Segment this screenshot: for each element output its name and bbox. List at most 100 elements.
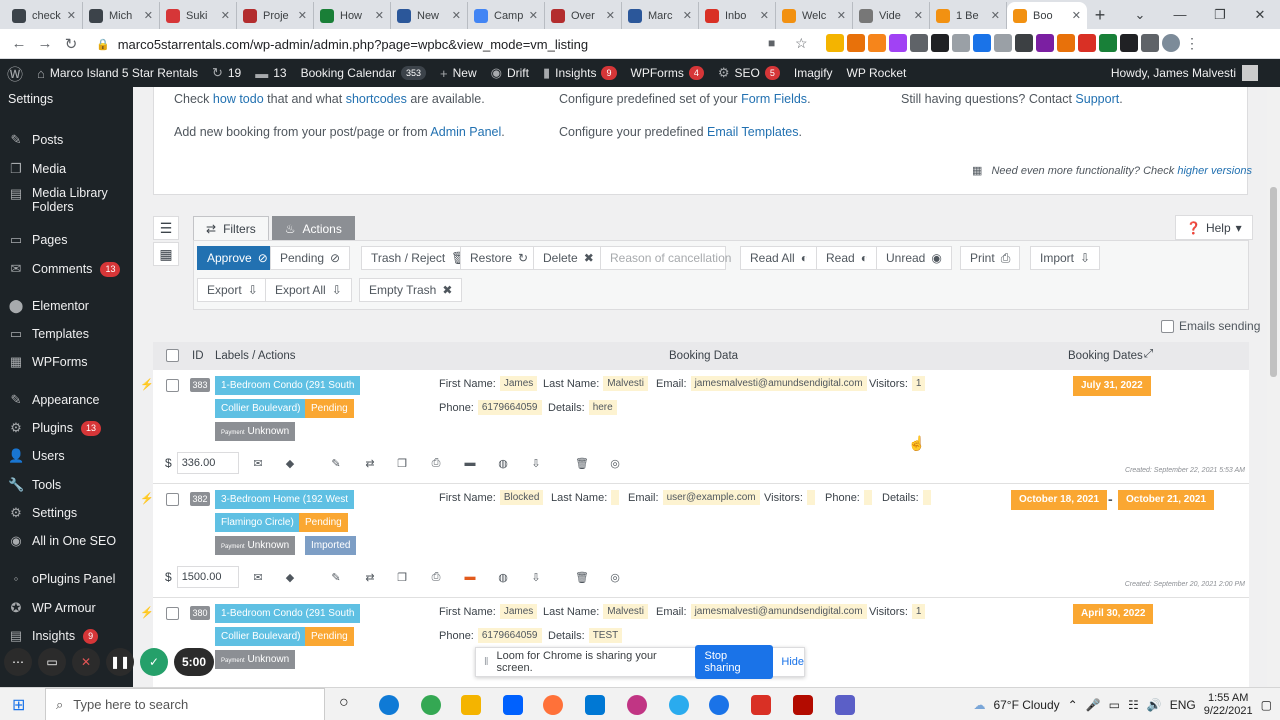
tab-actions[interactable]: ♨ Actions (271, 216, 355, 241)
extension-icon[interactable] (1057, 34, 1075, 52)
extension-icon[interactable] (931, 34, 949, 52)
shuffle-icon[interactable]: ⇄ (359, 452, 381, 474)
copy-icon[interactable]: ❐ (391, 566, 413, 588)
row-checkbox[interactable] (166, 379, 179, 392)
sidebar-item-all-in-one-seo[interactable]: ◉ All in One SEO (0, 528, 133, 554)
printer-icon[interactable]: ⎙ (425, 452, 447, 474)
how-todo-link[interactable]: how todo (213, 92, 264, 106)
telegram-icon[interactable] (669, 695, 689, 715)
close-tab-icon[interactable]: ✕ (529, 9, 538, 22)
loom-pause-button[interactable]: ❚❚ (106, 648, 134, 676)
microphone-icon[interactable]: 🎤 (1086, 698, 1101, 712)
cost-input[interactable]: 336.00 (176, 452, 239, 474)
extension-icon[interactable] (1120, 34, 1138, 52)
sidebar-item-media-library-folders[interactable]: ▤ Media Library Folders (0, 184, 133, 218)
form-fields-link[interactable]: Form Fields (741, 92, 807, 106)
browser-tab[interactable]: Welc ✕ (776, 2, 853, 29)
edit-icon[interactable]: ✎ (325, 452, 347, 474)
firefox-icon[interactable] (543, 695, 563, 715)
resource-label[interactable]: Collier Boulevard) (215, 399, 307, 418)
browser-tab[interactable]: Suki ✕ (160, 2, 237, 29)
browser-tab[interactable]: Marc ✕ (622, 2, 699, 29)
network-icon[interactable]: ☷ (1128, 698, 1139, 712)
extension-icon[interactable] (847, 34, 865, 52)
loom-more-button[interactable]: ⋯ (4, 648, 32, 676)
resource-label[interactable]: Flamingo Circle) (215, 513, 300, 532)
hide-banner-button[interactable]: Hide (781, 656, 804, 668)
forward-button[interactable]: → (32, 35, 58, 52)
url-field[interactable]: 🔒 marco5starrentals.com/wp-admin/admin.p… (88, 33, 818, 55)
weather-text[interactable]: 67°F Cloudy (993, 698, 1059, 712)
expand-icon[interactable]: ⤢ (1144, 348, 1153, 361)
row-checkbox[interactable] (166, 607, 179, 620)
close-tab-icon[interactable]: ✕ (298, 9, 307, 22)
acrobat-icon[interactable] (793, 695, 813, 715)
admin-panel-link[interactable]: Admin Panel (430, 125, 501, 139)
sidebar-item-posts[interactable]: ✎ Posts (0, 127, 133, 153)
read-all-button[interactable]: Read All ◐ (740, 246, 818, 270)
edge-icon[interactable] (379, 695, 399, 715)
app-icon[interactable] (751, 695, 771, 715)
tag-icon[interactable]: ◆ (279, 452, 301, 474)
read-button[interactable]: Read ◐ (816, 246, 878, 270)
windows-start-icon[interactable]: ⊞ (12, 695, 25, 715)
resource-label[interactable]: 3-Bedroom Home (192 West (215, 490, 355, 509)
teams-icon[interactable] (835, 695, 855, 715)
sidebar-item-templates[interactable]: ▭ Templates (0, 321, 133, 347)
extension-icon[interactable] (973, 34, 991, 52)
browser-tab[interactable]: How ✕ (314, 2, 391, 29)
sidebar-item-settings-top[interactable]: Settings (0, 87, 133, 111)
export-icon[interactable]: ⇩ (525, 566, 547, 588)
comment-icon[interactable]: ▬ (459, 566, 481, 588)
email-templates-link[interactable]: Email Templates (707, 125, 798, 139)
pending-button[interactable]: Pending ⊘ (270, 246, 351, 270)
mail-icon[interactable]: ✉ (247, 452, 269, 474)
profile-avatar[interactable] (1162, 34, 1180, 52)
camera-icon[interactable]: ■ (768, 36, 775, 50)
tray-chevron-icon[interactable]: ⌃ (1068, 698, 1078, 712)
close-tab-icon[interactable]: ✕ (760, 9, 769, 22)
loom-cancel-button[interactable]: ✕ (72, 648, 100, 676)
battery-icon[interactable]: ▭ (1109, 698, 1120, 712)
shortcodes-link[interactable]: shortcodes (346, 92, 407, 106)
weather-icon[interactable]: ☁ (973, 698, 985, 712)
sidebar-item-insights[interactable]: ▤ Insights 9 (0, 623, 133, 649)
browser-tab[interactable]: Vide ✕ (853, 2, 930, 29)
extension-icon[interactable] (1015, 34, 1033, 52)
reload-button[interactable]: ↻ (58, 35, 84, 53)
printer-icon[interactable]: ⎙ (425, 566, 447, 588)
loom-finish-button[interactable]: ✓ (140, 648, 168, 676)
browser-tab[interactable]: 1 Be ✕ (930, 2, 1007, 29)
delete-button[interactable]: Delete ✖ (533, 246, 604, 270)
chrome-icon[interactable] (421, 695, 441, 715)
print-button[interactable]: Print ⎙ (960, 246, 1021, 270)
language-indicator[interactable]: ENG (1170, 698, 1196, 712)
new-tab-button[interactable]: + (1087, 2, 1113, 29)
browser-menu-icon[interactable]: ⋮ (1183, 34, 1201, 52)
sidebar-item-appearance[interactable]: ✎ Appearance (0, 387, 133, 413)
task-view-icon[interactable]: ○ (339, 694, 349, 712)
new-content-link[interactable]: + New (433, 66, 484, 81)
sidebar-item-settings[interactable]: ⚙ Settings (0, 500, 133, 526)
extension-icon[interactable] (952, 34, 970, 52)
browser-tab[interactable]: Mich ✕ (83, 2, 160, 29)
seo-link[interactable]: ⚙ SEO 5 (711, 65, 787, 81)
wp-rocket-link[interactable]: WP Rocket (840, 66, 914, 80)
close-tab-icon[interactable]: ✕ (914, 9, 923, 22)
imagify-link[interactable]: Imagify (787, 66, 840, 80)
browser-tab[interactable]: Boo ✕ (1007, 2, 1087, 29)
mail-icon[interactable]: ✉ (247, 566, 269, 588)
extension-icon[interactable] (994, 34, 1012, 52)
comments-link[interactable]: ▬ 13 (248, 66, 293, 81)
mail-icon[interactable] (585, 695, 605, 715)
resource-label[interactable]: 1-Bedroom Condo (291 South (215, 376, 361, 395)
dropbox-icon[interactable] (503, 695, 523, 715)
browser-tab[interactable]: New ✕ (391, 2, 468, 29)
resource-label[interactable]: Collier Boulevard) (215, 627, 307, 646)
drift-link[interactable]: ◉ Drift (484, 65, 536, 81)
check-circle-icon[interactable]: ◎ (604, 452, 626, 474)
sidebar-item-wp-armour[interactable]: ✪ WP Armour (0, 595, 133, 621)
insights-link[interactable]: ▮ Insights 9 (536, 65, 624, 81)
clock[interactable]: 1:55 AM 9/22/2021 (1204, 692, 1253, 718)
empty-trash-button[interactable]: Empty Trash ✖ (359, 278, 463, 302)
